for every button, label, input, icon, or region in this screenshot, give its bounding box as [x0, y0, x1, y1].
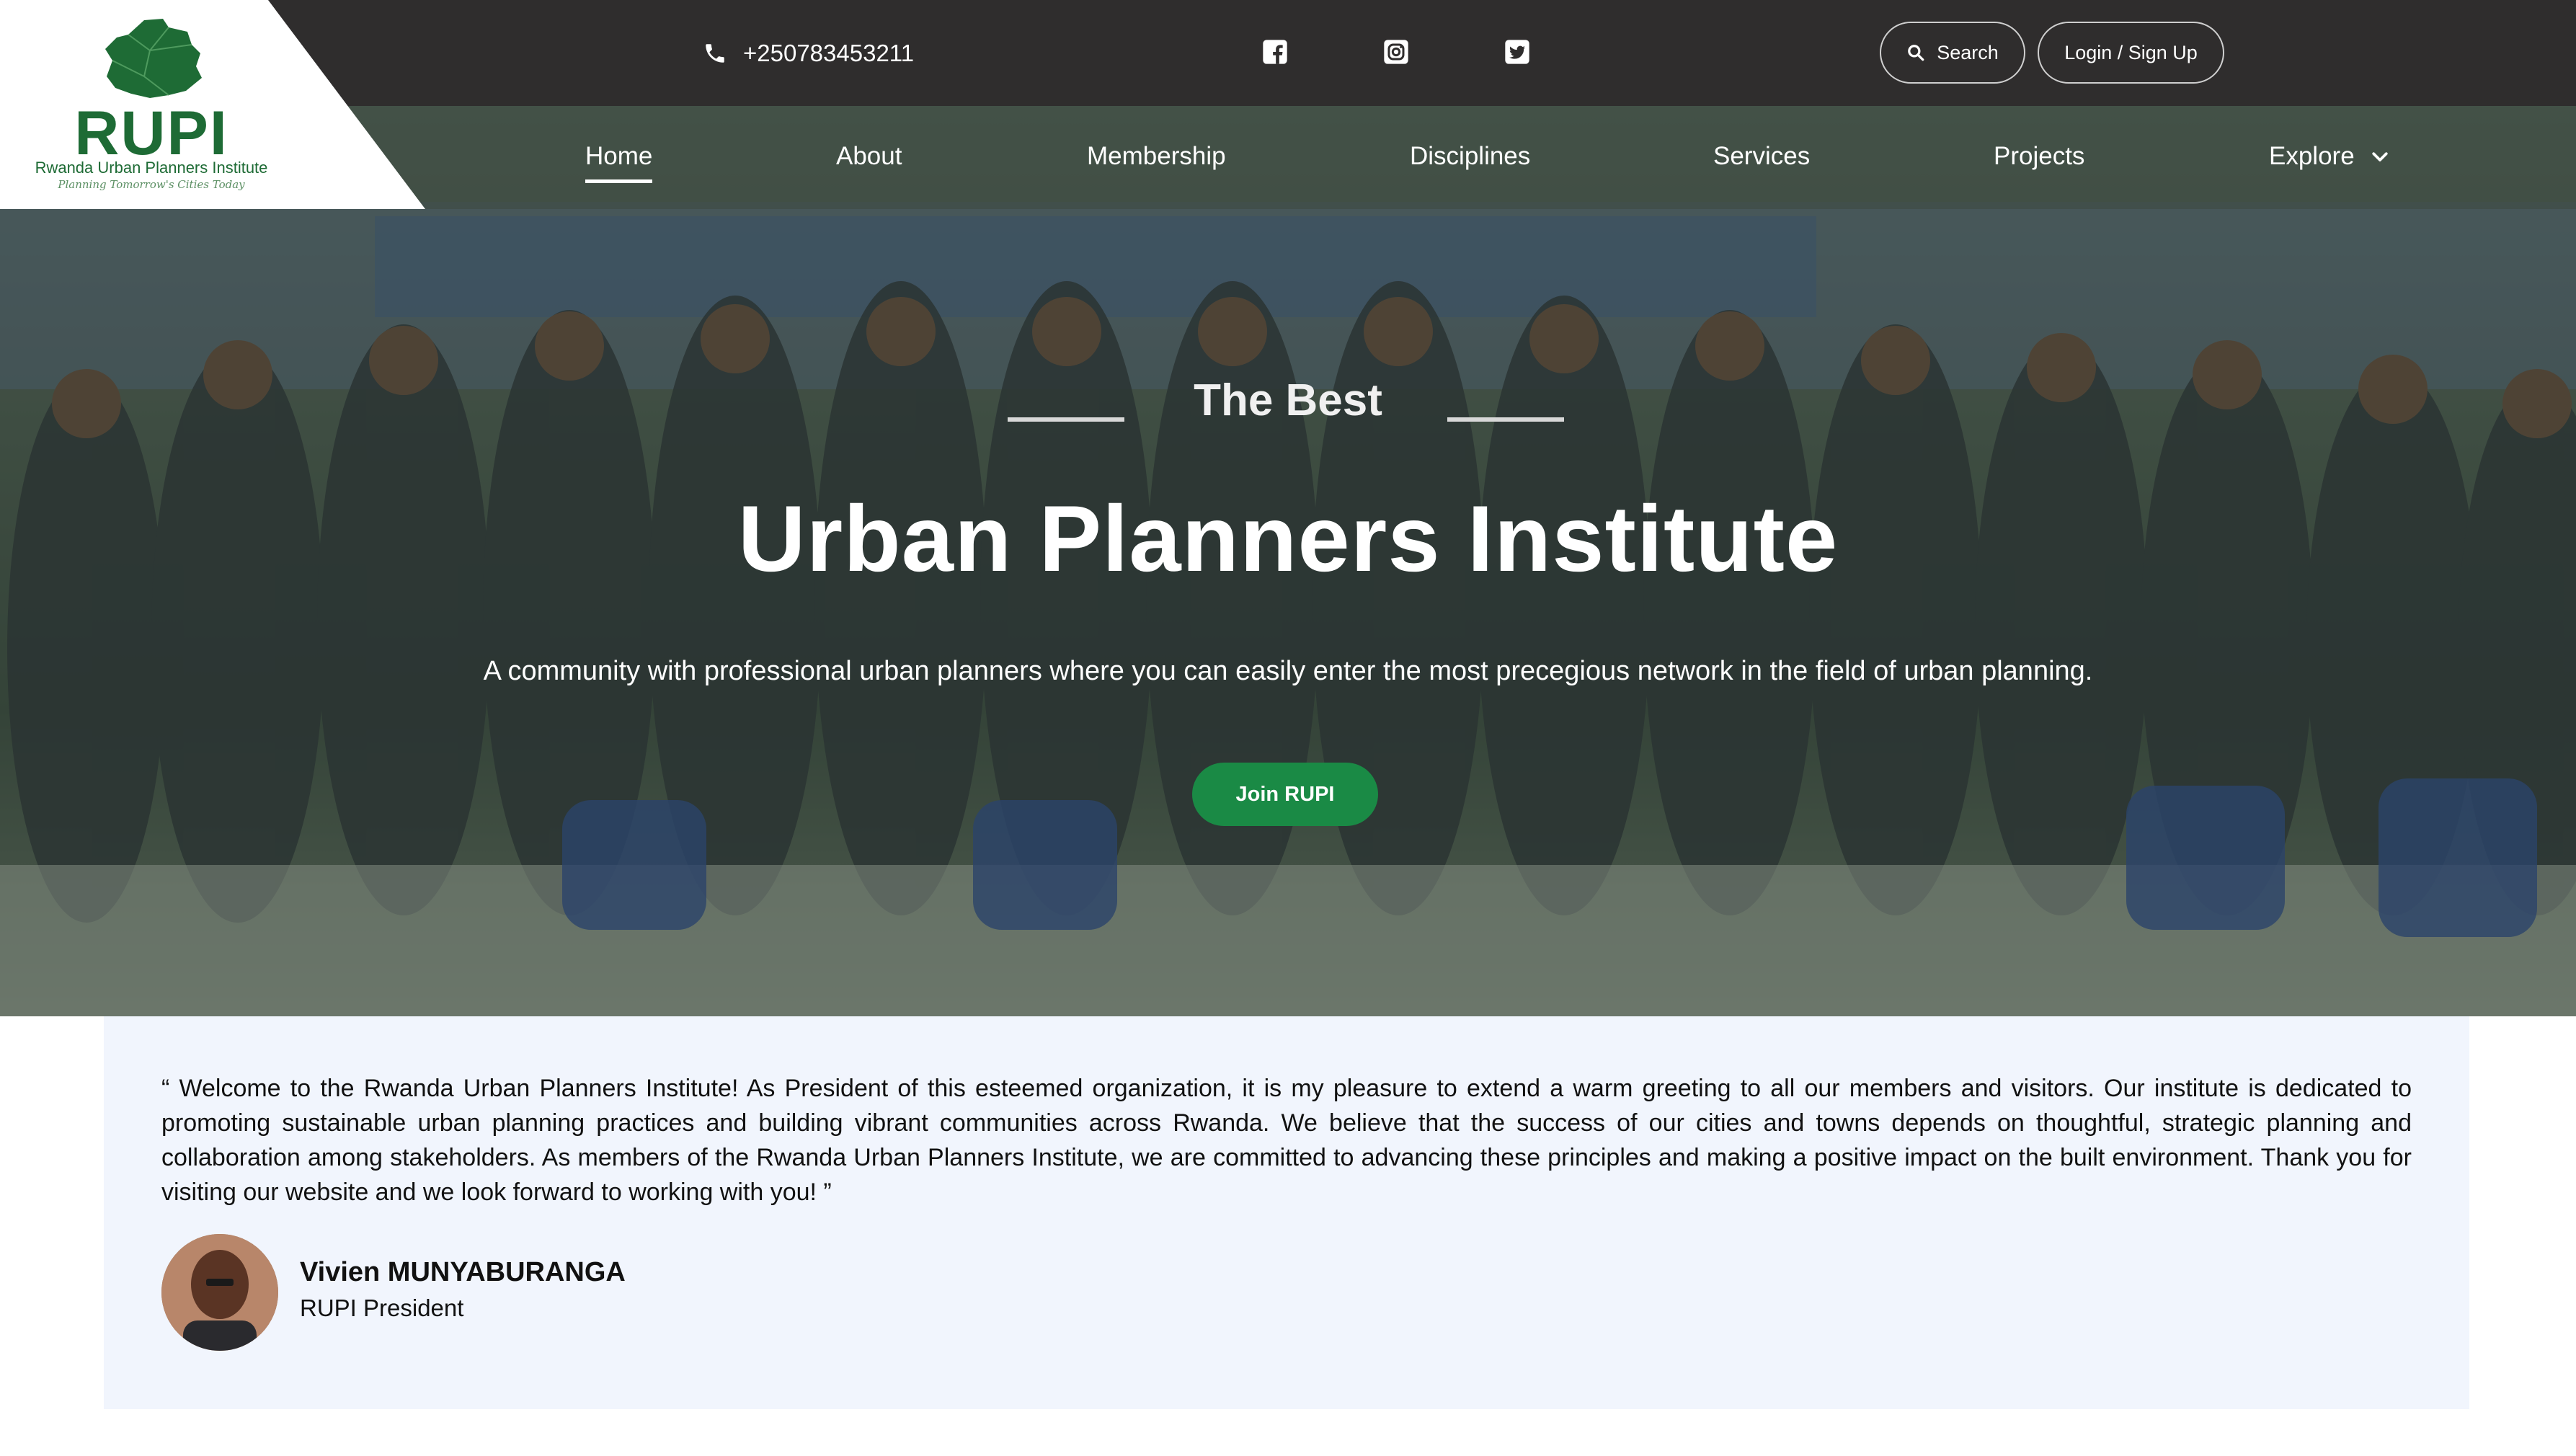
join-rupi-button[interactable]: Join RUPI [1192, 763, 1378, 826]
nav-label: Explore [2269, 142, 2355, 170]
nav-item-projects[interactable]: Projects [1994, 142, 2084, 171]
nav-label: Membership [1087, 142, 1226, 170]
nav-label: About [836, 142, 902, 170]
facebook-icon[interactable] [1261, 37, 1289, 66]
president-photo [161, 1234, 278, 1351]
logo-full-name: Rwanda Urban Planners Institute [35, 159, 268, 177]
hero-eyebrow: The Best [1194, 376, 1382, 425]
president-message: “ Welcome to the Rwanda Urban Planners I… [104, 1016, 2469, 1409]
president-role: RUPI President [300, 1295, 464, 1321]
avatar [161, 1234, 278, 1351]
nav-item-services[interactable]: Services [1713, 142, 1810, 171]
phone-icon [706, 44, 724, 63]
hero-title: Urban Planners Institute [737, 486, 1839, 591]
hero-description: A community with professional urban plan… [483, 656, 2093, 686]
logo[interactable]: RUPI Rwanda Urban Planners Institute Pla… [0, 0, 425, 209]
nav-label: Disciplines [1410, 142, 1531, 170]
nav-item-explore[interactable]: Explore [2269, 142, 2391, 171]
twitter-icon[interactable] [1503, 37, 1532, 66]
nav-item-disciplines[interactable]: Disciplines [1410, 142, 1530, 171]
logo-tagline: Planning Tomorrow's Cities Today [58, 178, 245, 191]
chevron-down-icon [2372, 152, 2388, 161]
nav-item-membership[interactable]: Membership [1087, 142, 1226, 171]
search-label: Search [1937, 41, 1999, 63]
instagram-icon[interactable] [1382, 37, 1411, 66]
search-button[interactable]: Search [1880, 22, 2025, 84]
phone-number: +250783453211 [743, 40, 915, 66]
president-name: Vivien MUNYABURANGA [300, 1257, 626, 1287]
welcome-quote: “ Welcome to the Rwanda Urban Planners I… [161, 1075, 2412, 1206]
login-signup-button[interactable]: Login / Sign Up [2038, 22, 2224, 84]
search-icon [1908, 45, 1924, 61]
nav-label: Services [1713, 142, 1811, 170]
rwanda-map-icon [105, 19, 202, 98]
nav-item-home[interactable]: Home [585, 142, 653, 183]
eyebrow-line-right [1447, 417, 1564, 422]
nav-label: Home [585, 142, 653, 170]
nav-label: Projects [1994, 142, 2085, 170]
nav-item-about[interactable]: About [836, 142, 902, 171]
login-label: Login / Sign Up [2064, 41, 2198, 63]
phone-contact[interactable]: +250783453211 [703, 35, 914, 72]
